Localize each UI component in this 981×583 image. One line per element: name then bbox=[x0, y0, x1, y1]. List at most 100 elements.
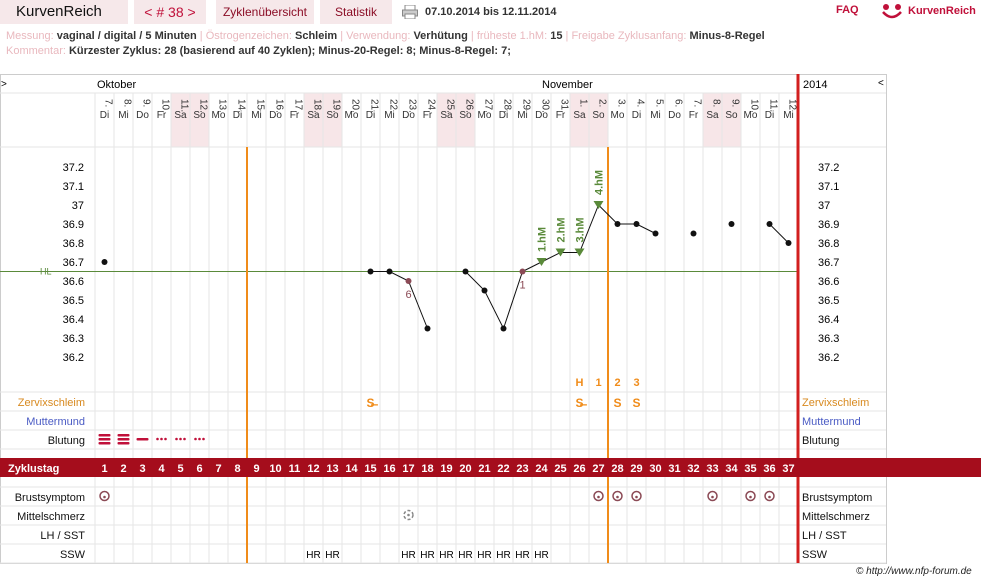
y-tick-right: 36.6 bbox=[818, 276, 839, 288]
weekday-label: Mi bbox=[783, 110, 794, 121]
row-label-lh: LH / SST bbox=[40, 530, 85, 542]
cycle-day-number: 17 bbox=[402, 463, 414, 475]
day-number: 4. bbox=[635, 99, 646, 107]
cycle-day-number: 33 bbox=[706, 463, 718, 475]
cycle-day-number: 9 bbox=[253, 463, 259, 475]
y-tick-right: 36.9 bbox=[818, 219, 839, 231]
day-number: 3. bbox=[616, 99, 627, 107]
cycle-day-number: 8 bbox=[234, 463, 240, 475]
weekday-label: Do bbox=[668, 110, 681, 121]
cycle-day-number: 24 bbox=[535, 463, 548, 475]
nav-left-button[interactable]: > bbox=[1, 79, 7, 90]
temp-point bbox=[500, 325, 507, 332]
cycle-day-number: 6 bbox=[196, 463, 202, 475]
top-bar: KurvenReich < # 38 > Zyklenübersicht Sta… bbox=[0, 0, 981, 24]
weekday-label: So bbox=[193, 110, 206, 121]
y-tick-right: 36.8 bbox=[818, 238, 839, 250]
weekday-label: So bbox=[459, 110, 472, 121]
day-number: 7. bbox=[103, 99, 114, 107]
month-label-oct: Oktober bbox=[97, 79, 136, 91]
cycle-day-number: 31 bbox=[668, 463, 680, 475]
midpain-dot bbox=[407, 513, 410, 517]
cycle-day-number: 35 bbox=[744, 463, 756, 475]
temp-point bbox=[462, 268, 469, 275]
cycle-day-number: 26 bbox=[573, 463, 585, 475]
peak-mark: 1 bbox=[595, 377, 601, 389]
weekday-label: Mi bbox=[118, 110, 129, 121]
hr-mark: HR bbox=[325, 550, 339, 561]
cycle-day-number: 2 bbox=[120, 463, 126, 475]
weekday-label: Do bbox=[535, 110, 548, 121]
hr-mark: HR bbox=[306, 550, 320, 561]
copyright-text: © http://www.nfp-forum.de bbox=[856, 566, 972, 577]
cycle-day-number: 28 bbox=[611, 463, 623, 475]
y-tick-left: 36.5 bbox=[63, 295, 84, 307]
hr-mark: HR bbox=[477, 550, 491, 561]
weekday-label: Sa bbox=[440, 110, 453, 121]
earliest-hm-label: früheste 1.hM: bbox=[476, 30, 548, 42]
bleeding-light-icon bbox=[179, 437, 182, 441]
temp-point bbox=[728, 221, 735, 227]
temp-point bbox=[424, 325, 431, 332]
peak-mark: 2 bbox=[614, 377, 620, 389]
y-tick-left: 36.2 bbox=[63, 352, 84, 364]
nav-right-button[interactable]: < bbox=[878, 78, 884, 89]
mucus-mark: S bbox=[632, 396, 640, 410]
breast-symptom-dot bbox=[616, 495, 619, 499]
hr-mark: HR bbox=[496, 550, 510, 561]
hr-mark: HR bbox=[515, 550, 529, 561]
row-label-right-zervix: Zervixschleim bbox=[802, 397, 869, 409]
temp-point bbox=[652, 230, 659, 237]
weekday-label: Mi bbox=[384, 110, 395, 121]
cycle-day-number: 36 bbox=[763, 463, 775, 475]
cycle-day-number: 23 bbox=[516, 463, 528, 475]
day-number: 9. bbox=[730, 99, 741, 107]
cycle-day-number: 29 bbox=[630, 463, 642, 475]
hm-label: 4.hM bbox=[594, 170, 606, 195]
tab-cycle-overview[interactable]: Zyklenübersicht bbox=[216, 0, 314, 24]
hr-mark: HR bbox=[458, 550, 472, 561]
faq-link[interactable]: FAQ bbox=[836, 4, 859, 16]
bleeding-light-icon bbox=[164, 437, 167, 441]
excluded-temp-point bbox=[519, 268, 526, 275]
point-label: 1 bbox=[519, 280, 525, 292]
print-icon[interactable] bbox=[402, 5, 418, 19]
high-temp-marker bbox=[536, 258, 547, 266]
breast-symptom-dot bbox=[597, 495, 600, 499]
weekday-label: Sa bbox=[307, 110, 320, 121]
cycle-day-number: 22 bbox=[497, 463, 509, 475]
weekday-label: Mi bbox=[251, 110, 262, 121]
cycle-day-label: Zyklustag bbox=[8, 463, 59, 475]
y-tick-right: 36.7 bbox=[818, 257, 839, 269]
logo-text[interactable]: KurvenReich bbox=[908, 5, 976, 17]
breast-symptom-dot bbox=[749, 495, 752, 499]
cycle-switcher[interactable]: < # 38 > bbox=[134, 0, 206, 24]
bleeding-heavy-icon bbox=[98, 442, 111, 445]
earliest-hm-value: 15 bbox=[550, 30, 563, 42]
cycle-day-number: 27 bbox=[592, 463, 604, 475]
weekday-label: Mi bbox=[517, 110, 528, 121]
day-number: 1. bbox=[578, 99, 589, 107]
mucus-mark: S̶ bbox=[575, 396, 587, 410]
bleeding-heavy-icon bbox=[98, 438, 111, 441]
oestrogen-label: Östrogenzeichen: bbox=[205, 30, 292, 42]
day-number: 6. bbox=[673, 99, 684, 107]
row-label-right-muttermund: Muttermund bbox=[802, 416, 861, 428]
weekday-label: Mi bbox=[650, 110, 661, 121]
cycle-day-number: 16 bbox=[383, 463, 395, 475]
y-tick-right: 36.4 bbox=[818, 314, 839, 326]
bleeding-light-icon bbox=[160, 437, 163, 441]
logo-icon[interactable] bbox=[880, 3, 904, 21]
temp-point bbox=[614, 221, 621, 227]
row-label-blutung: Blutung bbox=[48, 435, 85, 447]
tab-statistics[interactable]: Statistik bbox=[320, 0, 392, 24]
y-tick-left: 36.6 bbox=[63, 276, 84, 288]
weekday-label: Di bbox=[100, 110, 109, 121]
weekday-label: Di bbox=[765, 110, 774, 121]
hm-label: 1.hM bbox=[537, 227, 549, 252]
day-number: 8. bbox=[711, 99, 722, 107]
freigabe-label: Freigabe Zyklusanfang: bbox=[571, 30, 687, 42]
row-label-ssw: SSW bbox=[60, 549, 86, 561]
bleeding-light-icon bbox=[183, 437, 186, 441]
app-title: KurvenReich bbox=[0, 0, 128, 24]
